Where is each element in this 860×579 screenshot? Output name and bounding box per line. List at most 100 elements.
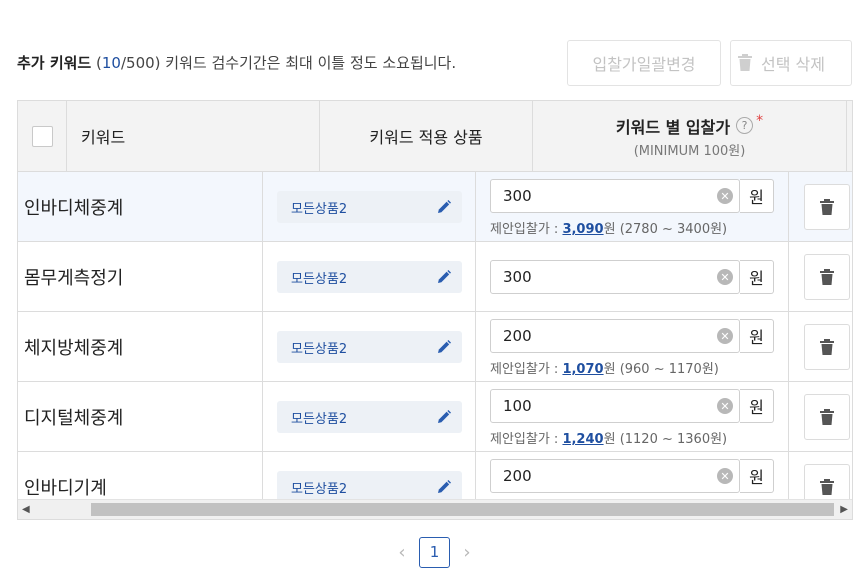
bid-value: 200 [503,467,532,485]
suggested-bid: 제안입찰가 : 1,070원 (960 ~ 1170원) [490,358,719,377]
pencil-icon[interactable] [436,479,452,495]
bid-input[interactable]: 300 ✕ [490,179,740,213]
product-chip[interactable]: 모든상품2 [277,191,462,223]
suggest-prefix: 제안입찰가 : [490,432,563,447]
bid-cell: 200 ✕ 원 제안입찰가 : 1,070원 (960 ~ 1170원) [476,312,789,382]
trash-icon [820,199,834,215]
summary-note: 키워드 검수기간은 최대 이틀 정도 소요됩니다. [165,54,457,72]
bid-input[interactable]: 100 ✕ [490,389,740,423]
next-page-icon[interactable]: › [460,542,474,563]
keyword-cell: 몸무게측정기 [18,242,263,312]
product-chip[interactable]: 모든상품2 [277,471,462,499]
suggest-unit: 원 [603,362,616,377]
clear-icon[interactable]: ✕ [717,269,733,285]
suggest-prefix: 제안입찰가 : [490,362,563,377]
product-name: 모든상품2 [291,411,348,427]
unit-label: 원 [740,179,774,213]
delete-cell [789,452,852,499]
unit-label: 원 [740,459,774,493]
trash-icon [820,479,834,495]
delete-row-button[interactable] [804,324,850,370]
bulk-bid-change-button[interactable]: 입찰가일괄변경 [567,40,721,86]
bulk-bid-change-label: 입찰가일괄변경 [592,55,696,74]
select-all-checkbox[interactable] [31,125,53,147]
pencil-icon[interactable] [436,199,452,215]
product-chip[interactable]: 모든상품2 [277,261,462,293]
clear-icon[interactable]: ✕ [717,328,733,344]
suggest-price-link[interactable]: 3,090 [562,222,603,237]
bid-value: 200 [503,327,532,345]
suggest-range: (1120 ~ 1360원) [619,432,728,447]
bid-cell: 200 ✕ 원 [476,452,789,499]
delete-cell [789,242,852,312]
help-icon[interactable]: ? [736,117,754,134]
product-cell: 모든상품2 [263,242,476,312]
pencil-icon[interactable] [436,409,452,425]
clear-icon[interactable]: ✕ [717,188,733,204]
trash-icon [738,54,752,71]
bid-cell: 100 ✕ 원 제안입찰가 : 1,240원 (1120 ~ 1360원) [476,382,789,452]
keyword-table: 키워드 키워드 적용 상품 키워드 별 입찰가 ? * (MINIMUM 100… [17,100,853,520]
pagination: ‹ 1 › [395,536,474,568]
horizontal-scrollbar[interactable]: ◀ ▶ [18,499,852,519]
delete-cell [789,382,852,452]
delete-cell [789,312,852,382]
bid-value: 300 [503,268,532,286]
product-name: 모든상품2 [291,481,348,497]
product-cell: 모든상품2 [263,382,476,452]
product-name: 모든상품2 [291,271,348,287]
required-mark: * [756,112,764,129]
suggest-prefix: 제안입찰가 : [490,222,563,237]
bid-input[interactable]: 300 ✕ [490,260,740,294]
delete-cell [789,172,852,242]
delete-row-button[interactable] [804,254,850,300]
header-bid-title: 키워드 별 입찰가 ? * [615,112,764,138]
header-checkbox-cell [18,101,67,171]
pencil-icon[interactable] [436,269,452,285]
bid-value: 100 [503,397,532,415]
scroll-thumb[interactable] [91,503,834,516]
table-row: 체지방체중계 모든상품2 200 ✕ 원 제안입찰가 : 1,070원 (960… [18,312,852,382]
toolbar: 추가 키워드 (10/500) 키워드 검수기간은 최대 이틀 정도 소요됩니다… [0,0,860,100]
product-cell: 모든상품2 [263,172,476,242]
header-keyword: 키워드 [67,101,320,171]
header-bid-label: 키워드 별 입찰가 [615,117,731,137]
summary-current-count: 10 [101,54,121,72]
delete-row-button[interactable] [804,464,850,499]
table-row: 디지털체중계 모든상품2 100 ✕ 원 제안입찰가 : 1,240원 (112… [18,382,852,452]
suggest-unit: 원 [603,432,616,447]
header-product: 키워드 적용 상품 [320,101,533,171]
bid-cell: 300 ✕ 원 제안입찰가 : 3,090원 (2780 ~ 3400원) [476,172,789,242]
bid-cell: 300 ✕ 원 [476,242,789,312]
clear-icon[interactable]: ✕ [717,398,733,414]
bid-value: 300 [503,187,532,205]
prev-page-icon[interactable]: ‹ [395,542,409,563]
delete-row-button[interactable] [804,184,850,230]
keyword-cell: 체지방체중계 [18,312,263,382]
keyword-cell: 디지털체중계 [18,382,263,452]
suggest-range: (2780 ~ 3400원) [619,222,728,237]
product-chip[interactable]: 모든상품2 [277,331,462,363]
scroll-left-arrow-icon[interactable]: ◀ [22,504,30,515]
suggest-unit: 원 [603,222,616,237]
trash-icon [820,339,834,355]
table-row: 인바디기계 모든상품2 200 ✕ 원 [18,452,852,499]
scroll-right-arrow-icon[interactable]: ▶ [840,504,848,515]
suggest-price-link[interactable]: 1,240 [562,432,603,447]
product-name: 모든상품2 [291,341,348,357]
bid-input[interactable]: 200 ✕ [490,459,740,493]
unit-label: 원 [740,389,774,423]
delete-selected-label: 선택 삭제 [761,55,825,74]
delete-selected-button[interactable]: 선택 삭제 [730,40,852,86]
suggest-price-link[interactable]: 1,070 [562,362,603,377]
suggest-range: (960 ~ 1170원) [619,362,719,377]
bid-input[interactable]: 200 ✕ [490,319,740,353]
table-header: 키워드 키워드 적용 상품 키워드 별 입찰가 ? * (MINIMUM 100… [18,101,852,172]
delete-row-button[interactable] [804,394,850,440]
pencil-icon[interactable] [436,339,452,355]
product-chip[interactable]: 모든상품2 [277,401,462,433]
clear-icon[interactable]: ✕ [717,468,733,484]
product-name: 모든상품2 [291,201,348,217]
header-keyword-label: 키워드 [81,128,126,147]
page-number-current[interactable]: 1 [419,536,450,568]
